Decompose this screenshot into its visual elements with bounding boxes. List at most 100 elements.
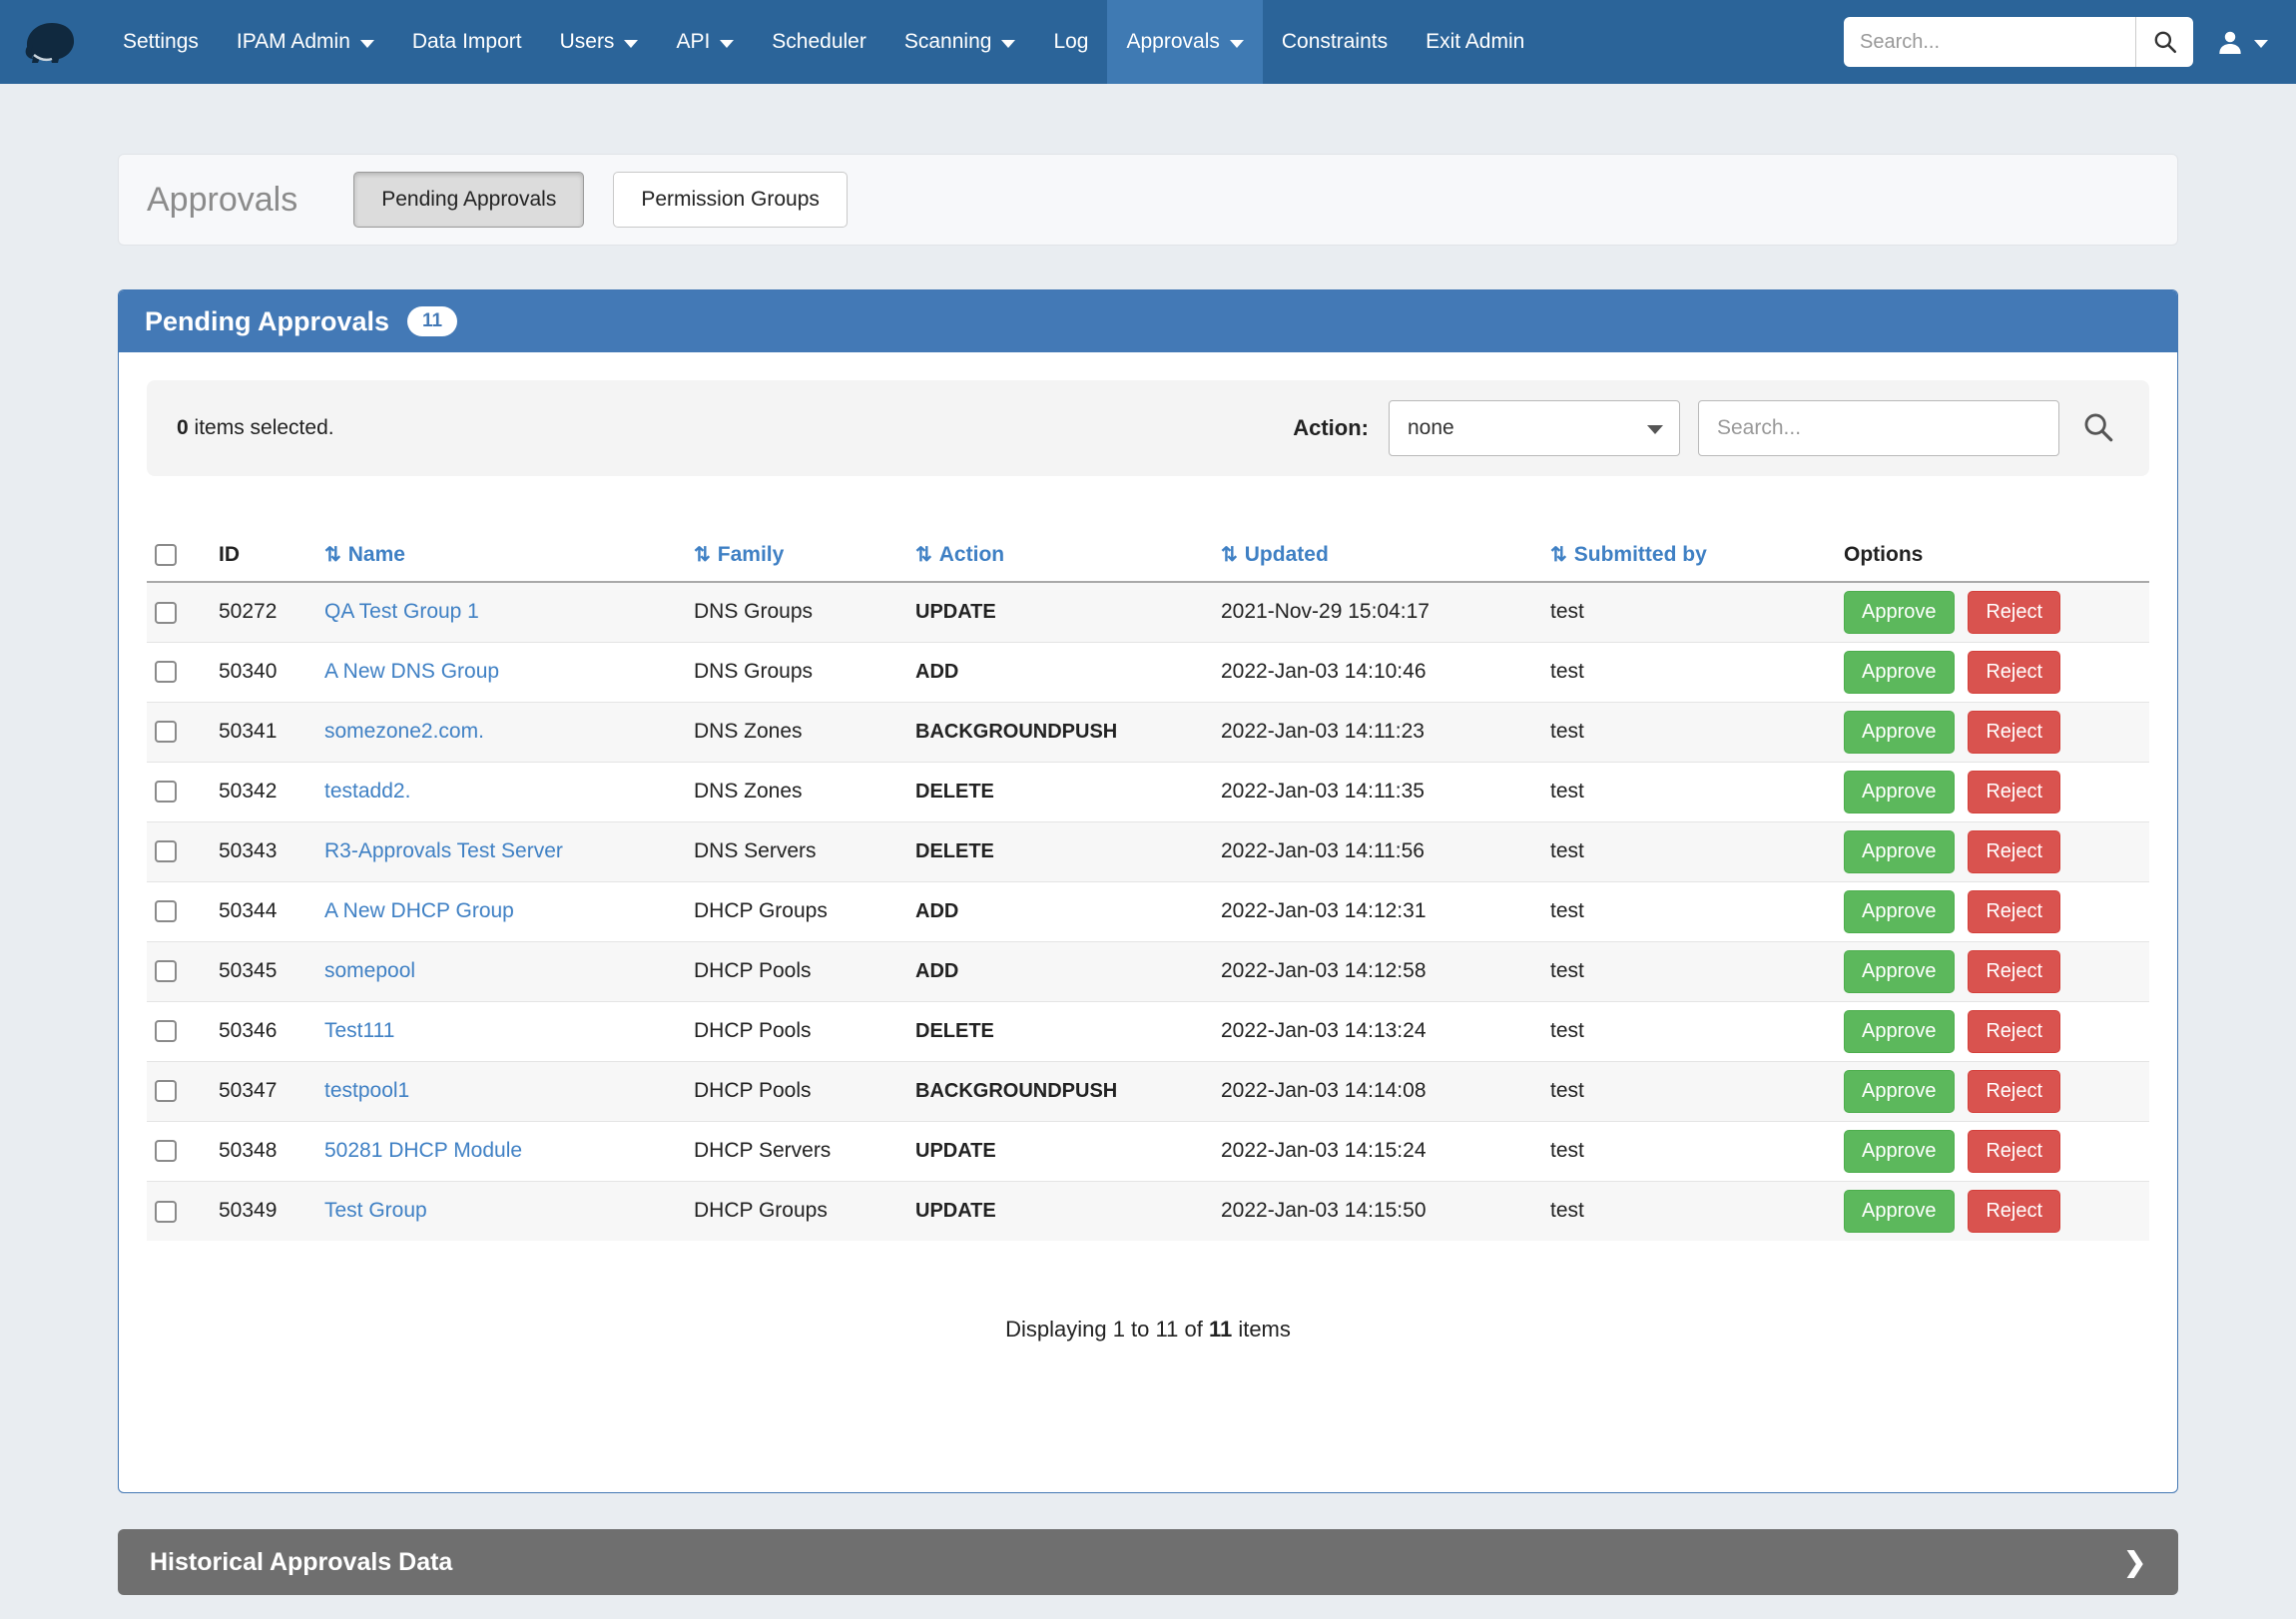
col-header-name[interactable]: ⇅Name (316, 528, 686, 582)
col-header-submitted-by[interactable]: ⇅Submitted by (1542, 528, 1836, 582)
approve-button[interactable]: Approve (1844, 651, 1955, 694)
approve-button[interactable]: Approve (1844, 890, 1955, 933)
col-header-id: ID (211, 528, 316, 582)
cell-family: DNS Groups (686, 642, 907, 702)
row-name-link[interactable]: somepool (324, 959, 415, 982)
row-checkbox[interactable] (155, 1080, 177, 1102)
row-checkbox[interactable] (155, 1020, 177, 1042)
table-row: 50346 Test111 DHCP Pools DELETE 2022-Jan… (147, 1001, 2149, 1061)
cell-family: DHCP Groups (686, 1181, 907, 1241)
selected-count-text: 0 items selected. (177, 416, 334, 440)
row-name-link[interactable]: QA Test Group 1 (324, 600, 479, 623)
navbar-search-input[interactable] (1844, 17, 2135, 67)
row-checkbox[interactable] (155, 960, 177, 982)
table-search-input[interactable] (1698, 400, 2059, 456)
row-name-link[interactable]: R3-Approvals Test Server (324, 839, 563, 862)
caret-down-icon (720, 40, 734, 48)
cell-action: UPDATE (907, 1121, 1213, 1181)
sort-icon: ⇅ (324, 544, 341, 566)
row-name-link[interactable]: testadd2. (324, 780, 410, 803)
row-checkbox[interactable] (155, 840, 177, 862)
cell-submitted-by: test (1542, 881, 1836, 941)
nav-item-api[interactable]: API (657, 0, 753, 84)
approve-button[interactable]: Approve (1844, 771, 1955, 813)
nav-item-scanning[interactable]: Scanning (885, 0, 1035, 84)
approve-button[interactable]: Approve (1844, 1010, 1955, 1053)
row-checkbox[interactable] (155, 1201, 177, 1223)
reject-button[interactable]: Reject (1968, 591, 2060, 634)
nav-item-constraints[interactable]: Constraints (1263, 0, 1407, 84)
reject-button[interactable]: Reject (1968, 771, 2060, 813)
reject-button[interactable]: Reject (1968, 950, 2060, 993)
col-header-action[interactable]: ⇅Action (907, 528, 1213, 582)
select-all-checkbox[interactable] (155, 544, 177, 566)
row-checkbox[interactable] (155, 1140, 177, 1162)
col-header-updated[interactable]: ⇅Updated (1213, 528, 1542, 582)
row-name-link[interactable]: 50281 DHCP Module (324, 1139, 522, 1162)
row-checkbox[interactable] (155, 900, 177, 922)
cell-updated: 2022-Jan-03 14:15:24 (1213, 1121, 1542, 1181)
tab-pending-approvals[interactable]: Pending Approvals (353, 172, 584, 228)
approvals-table: ID ⇅Name ⇅Family ⇅Action ⇅Updated (147, 528, 2149, 1241)
user-icon (2215, 27, 2245, 57)
cell-submitted-by: test (1542, 1121, 1836, 1181)
table-row: 50342 testadd2. DNS Zones DELETE 2022-Ja… (147, 762, 2149, 821)
approve-button[interactable]: Approve (1844, 711, 1955, 754)
approve-button[interactable]: Approve (1844, 1130, 1955, 1173)
row-name-link[interactable]: Test111 (324, 1019, 394, 1042)
row-checkbox[interactable] (155, 721, 177, 743)
reject-button[interactable]: Reject (1968, 830, 2060, 873)
approve-button[interactable]: Approve (1844, 950, 1955, 993)
nav-item-data-import[interactable]: Data Import (393, 0, 541, 84)
table-row: 50349 Test Group DHCP Groups UPDATE 2022… (147, 1181, 2149, 1241)
row-name-link[interactable]: A New DNS Group (324, 660, 499, 683)
navbar-search-button[interactable] (2135, 17, 2193, 67)
pending-approvals-panel: Pending Approvals 11 0 items selected. A… (118, 289, 2178, 1493)
reject-button[interactable]: Reject (1968, 1190, 2060, 1233)
app-logo[interactable] (0, 0, 104, 84)
cell-id: 50342 (211, 762, 316, 821)
caret-down-icon (2254, 40, 2268, 48)
col-header-options: Options (1836, 528, 2149, 582)
bottom-bar-title: Historical Approvals Data (150, 1548, 452, 1577)
row-checkbox[interactable] (155, 661, 177, 683)
user-menu[interactable] (2215, 27, 2296, 57)
row-name-link[interactable]: testpool1 (324, 1079, 409, 1102)
reject-button[interactable]: Reject (1968, 1130, 2060, 1173)
row-checkbox[interactable] (155, 781, 177, 803)
row-name-link[interactable]: A New DHCP Group (324, 899, 514, 922)
nav-item-ipam-admin[interactable]: IPAM Admin (218, 0, 393, 84)
sort-icon: ⇅ (1550, 544, 1567, 566)
approve-button[interactable]: Approve (1844, 1190, 1955, 1233)
historical-approvals-toggle[interactable]: Historical Approvals Data ❯ (118, 1529, 2178, 1595)
reject-button[interactable]: Reject (1968, 711, 2060, 754)
nav-item-exit-admin[interactable]: Exit Admin (1407, 0, 1543, 84)
table-search-button[interactable] (2077, 406, 2119, 451)
count-badge: 11 (407, 306, 457, 336)
reject-button[interactable]: Reject (1968, 1010, 2060, 1053)
nav-item-approvals[interactable]: Approvals (1107, 0, 1262, 84)
tab-permission-groups[interactable]: Permission Groups (613, 172, 848, 228)
nav-item-scheduler[interactable]: Scheduler (753, 0, 885, 84)
row-name-link[interactable]: Test Group (324, 1199, 427, 1222)
row-checkbox[interactable] (155, 602, 177, 624)
panel-header: Pending Approvals 11 (119, 290, 2177, 352)
cell-action: ADD (907, 941, 1213, 1001)
cell-updated: 2022-Jan-03 14:15:50 (1213, 1181, 1542, 1241)
approve-button[interactable]: Approve (1844, 591, 1955, 634)
row-name-link[interactable]: somezone2.com. (324, 720, 484, 743)
cell-action: UPDATE (907, 582, 1213, 642)
col-header-family[interactable]: ⇅Family (686, 528, 907, 582)
nav-item-users[interactable]: Users (541, 0, 658, 84)
cell-id: 50343 (211, 821, 316, 881)
reject-button[interactable]: Reject (1968, 890, 2060, 933)
cell-submitted-by: test (1542, 941, 1836, 1001)
reject-button[interactable]: Reject (1968, 1070, 2060, 1113)
approve-button[interactable]: Approve (1844, 830, 1955, 873)
action-select[interactable]: none (1389, 400, 1680, 456)
reject-button[interactable]: Reject (1968, 651, 2060, 694)
cell-action: BACKGROUNDPUSH (907, 702, 1213, 762)
nav-item-settings[interactable]: Settings (104, 0, 218, 84)
nav-item-log[interactable]: Log (1034, 0, 1107, 84)
approve-button[interactable]: Approve (1844, 1070, 1955, 1113)
